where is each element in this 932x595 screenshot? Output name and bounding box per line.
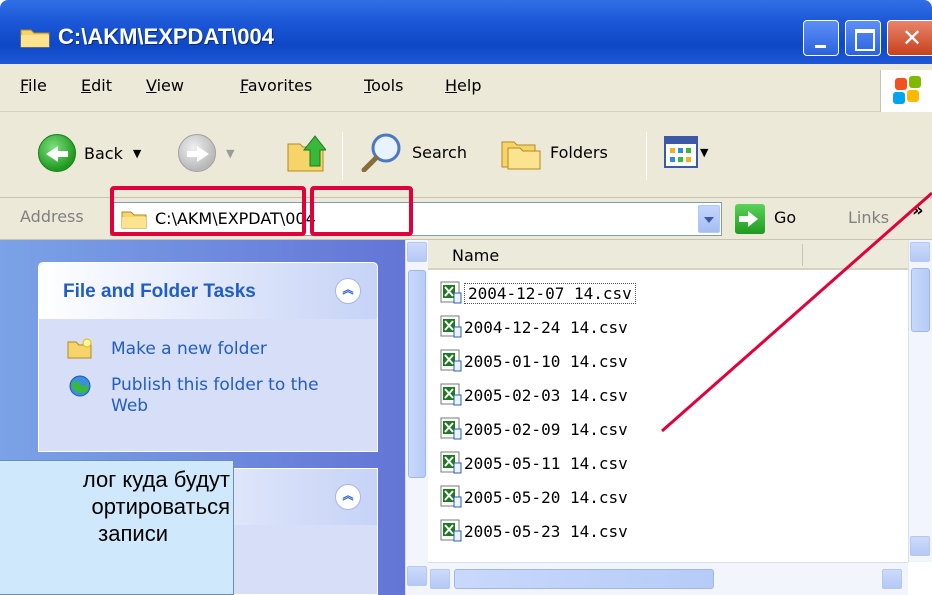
views-button[interactable]: ▼ — [664, 136, 708, 168]
back-dropdown-icon[interactable]: ▼ — [133, 147, 141, 160]
callout-line-2: ортироваться — [91, 494, 230, 519]
close-button[interactable]: ✕ — [887, 20, 932, 56]
scroll-down-icon[interactable] — [910, 536, 930, 556]
excel-csv-icon — [440, 485, 462, 508]
search-label: Search — [412, 142, 467, 162]
file-list-hscrollbar[interactable] — [428, 562, 908, 595]
file-name: 2005-05-23 14.csv — [464, 521, 628, 541]
file-list-scrollbar[interactable] — [908, 240, 932, 562]
column-name-label: Name — [452, 246, 500, 265]
file-row[interactable]: 2004-12-07 14.csv — [440, 278, 636, 308]
menu-bar: File Edit View Favorites Tools Help — [0, 64, 932, 112]
up-folder-icon[interactable] — [286, 130, 326, 174]
windows-logo-icon — [880, 70, 932, 112]
search-icon — [361, 133, 401, 172]
excel-csv-icon — [440, 417, 462, 440]
forward-arrow-icon — [178, 134, 216, 172]
file-row[interactable]: 2004-12-24 14.csv — [440, 312, 628, 342]
excel-csv-icon — [440, 349, 462, 372]
file-list: Name 2004-12-07 14.csv 2004-12-24 14.csv 2… — [428, 240, 908, 562]
make-new-folder-link[interactable]: Make a new folder — [111, 339, 267, 360]
excel-csv-icon — [440, 315, 462, 338]
file-folder-tasks-panel: File and Folder Tasks ︽ Make a new folde… — [38, 262, 378, 452]
publish-folder-link[interactable]: Publish this folder to the Web — [111, 375, 341, 417]
scroll-thumb[interactable] — [408, 270, 426, 478]
file-row[interactable]: 2005-01-10 14.csv — [440, 346, 628, 376]
tasks-header[interactable]: File and Folder Tasks ︽ — [39, 263, 377, 319]
folders-icon — [501, 141, 541, 170]
file-name: 2004-12-07 14.csv — [464, 282, 636, 304]
back-label: Back — [84, 143, 123, 163]
links-more-icon[interactable]: » — [912, 200, 924, 221]
file-name: 2005-01-10 14.csv — [464, 351, 628, 371]
back-button[interactable]: Back ▼ — [38, 134, 141, 172]
file-row[interactable]: 2005-05-20 14.csv — [440, 482, 628, 512]
excel-csv-icon — [440, 451, 462, 474]
publish-web-icon — [69, 375, 91, 397]
scroll-right-icon[interactable] — [882, 569, 902, 589]
scroll-up-icon[interactable] — [910, 242, 930, 262]
maximize-button[interactable] — [845, 20, 881, 56]
scroll-up-icon[interactable] — [407, 242, 427, 262]
excel-csv-icon — [440, 383, 462, 406]
forward-dropdown-icon[interactable]: ▼ — [226, 147, 234, 160]
file-name: 2005-02-03 14.csv — [464, 385, 628, 405]
annotation-path-box — [110, 186, 306, 236]
task-pane-scrollbar[interactable] — [405, 240, 428, 595]
go-arrow-icon[interactable] — [735, 204, 765, 234]
menu-edit[interactable]: Edit — [81, 76, 112, 95]
hscroll-thumb[interactable] — [454, 569, 714, 589]
excel-csv-icon — [440, 281, 462, 304]
links-label[interactable]: Links — [848, 208, 889, 227]
collapse-icon[interactable]: ︽ — [335, 278, 361, 304]
file-row[interactable]: 2005-02-03 14.csv — [440, 380, 628, 410]
scroll-left-icon[interactable] — [430, 569, 450, 589]
forward-button[interactable]: ▼ — [178, 134, 234, 172]
menu-favorites[interactable]: Favorites — [240, 76, 312, 95]
search-button[interactable]: Search — [360, 132, 467, 172]
close-icon: ✕ — [902, 24, 923, 52]
minimize-button[interactable] — [803, 20, 839, 56]
back-arrow-icon — [38, 134, 76, 172]
folder-icon — [20, 29, 50, 48]
menu-view[interactable]: View — [146, 76, 184, 95]
column-header-name[interactable]: Name — [428, 240, 908, 270]
file-name: 2005-02-09 14.csv — [464, 419, 628, 439]
file-name: 2004-12-24 14.csv — [464, 317, 628, 337]
excel-csv-icon — [440, 519, 462, 542]
annotation-subfolder-box — [310, 186, 413, 236]
callout-line-1: лог куда будут — [82, 467, 230, 492]
window-title: C:\AKM\EXPDAT\004 — [58, 24, 274, 49]
folders-button[interactable]: Folders — [500, 132, 608, 172]
tasks-title: File and Folder Tasks — [63, 281, 256, 302]
menu-tools[interactable]: Tools — [364, 76, 403, 95]
title-bar[interactable]: C:\AKM\EXPDAT\004 ✕ — [0, 0, 932, 64]
views-dropdown-icon[interactable]: ▼ — [700, 146, 708, 159]
go-button[interactable]: Go — [774, 208, 796, 227]
new-folder-icon — [67, 338, 92, 359]
address-label: Address — [20, 207, 84, 226]
callout-line-3: записи — [98, 521, 168, 546]
address-dropdown-icon[interactable] — [698, 205, 720, 233]
file-name: 2005-05-11 14.csv — [464, 453, 628, 473]
scroll-down-icon[interactable] — [407, 566, 427, 586]
file-row[interactable]: 2005-05-11 14.csv — [440, 448, 628, 478]
collapse-icon[interactable]: ︽ — [335, 484, 361, 510]
file-name: 2005-05-20 14.csv — [464, 487, 628, 507]
callout-text: лог куда будут ортироваться записи — [0, 466, 234, 547]
file-row[interactable]: 2005-05-23 14.csv — [440, 516, 628, 546]
menu-file[interactable]: File — [20, 76, 47, 95]
views-icon — [664, 136, 698, 168]
file-row[interactable]: 2005-02-09 14.csv — [440, 414, 628, 444]
scroll-thumb[interactable] — [911, 268, 930, 332]
menu-help[interactable]: Help — [445, 76, 481, 95]
folders-label: Folders — [550, 142, 608, 162]
